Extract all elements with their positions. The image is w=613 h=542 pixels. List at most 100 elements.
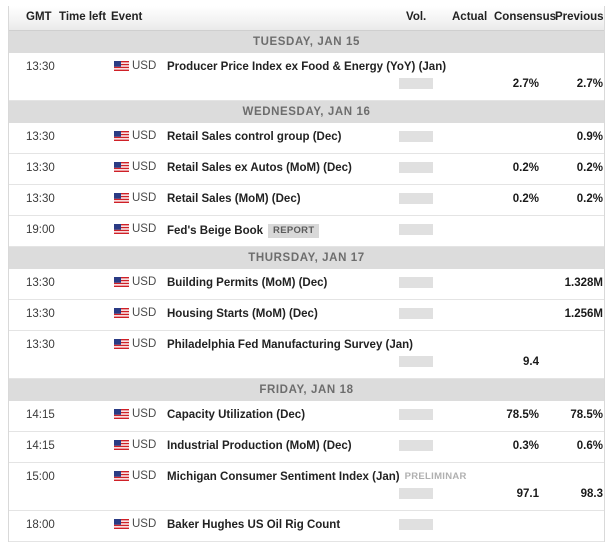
column-header-event[interactable]: Event [111, 11, 142, 23]
event-title-text: Michigan Consumer Sentiment Index (Jan) [167, 471, 400, 483]
currency-cell: USD [114, 408, 156, 420]
volatility-bar [399, 78, 433, 89]
table-row[interactable]: 13:30 USD Housing Starts (MoM) (Dec) 1.256M [9, 300, 604, 331]
table-row[interactable]: 13:30 USD Retail Sales ex Autos (MoM) (Dec… [9, 154, 604, 185]
event-time: 14:15 [26, 440, 55, 452]
table-row[interactable]: 13:30USDProducer Price Index ex Food & E… [9, 53, 604, 101]
table-row[interactable]: 18:00USDBaker Hughes US Oil Rig Count [9, 511, 604, 542]
table-row[interactable]: 13:30USDBuilding Permits (MoM) (Dec)1.32… [9, 269, 604, 300]
previous-value: 2.7% [529, 78, 603, 90]
event-title-text: Building Permits (MoM) (Dec) [167, 277, 327, 289]
day-header: THURSDAY, JAN 17 [9, 247, 604, 269]
us-flag-icon [114, 131, 129, 141]
event-title-text: Retail Sales ex Autos (MoM) (Dec) [167, 162, 352, 174]
column-header-actual[interactable]: Actual [452, 11, 487, 23]
currency-cell: USD [114, 276, 156, 288]
previous-value: 1.328M [529, 277, 603, 289]
table-row[interactable]: 13:30USDRetail Sales control group (Dec)… [9, 123, 604, 154]
event-title[interactable]: Retail Sales ex Autos (MoM) (Dec) [167, 162, 352, 174]
us-flag-icon [114, 440, 129, 450]
event-title[interactable]: Retail Sales control group (Dec) [167, 131, 341, 143]
event-title[interactable]: Capacity Utilization (Dec) [167, 409, 305, 421]
event-title-text: Producer Price Index ex Food & Energy (Y… [167, 61, 446, 73]
event-tag: REPORT [268, 224, 319, 238]
currency-code: USD [132, 408, 156, 420]
event-time: 13:30 [26, 193, 55, 205]
column-header-gmt[interactable]: GMT [26, 11, 52, 23]
day-header: TUESDAY, JAN 15 [9, 31, 604, 53]
event-title[interactable]: Philadelphia Fed Manufacturing Survey (J… [167, 339, 413, 351]
previous-value: 0.9% [529, 131, 603, 143]
day-header: FRIDAY, JAN 18 [9, 379, 604, 401]
currency-cell: USD [114, 130, 156, 142]
us-flag-icon [114, 471, 129, 481]
us-flag-icon [114, 277, 129, 287]
economic-calendar: GMT Time left Event Vol. Actual Consensu… [8, 6, 605, 542]
currency-cell: USD [114, 161, 156, 173]
volatility-bar [399, 519, 433, 530]
column-header-time-left[interactable]: Time left [59, 11, 106, 23]
table-row[interactable]: 14:15USDIndustrial Production (MoM) (Dec… [9, 432, 604, 463]
volatility-bar [399, 224, 433, 235]
event-title-text: Philadelphia Fed Manufacturing Survey (J… [167, 339, 413, 351]
column-header-vol[interactable]: Vol. [406, 11, 426, 23]
currency-code: USD [132, 192, 156, 204]
currency-cell: USD [114, 223, 156, 235]
event-time: 19:00 [26, 224, 55, 236]
currency-code: USD [132, 338, 156, 350]
currency-code: USD [132, 130, 156, 142]
table-row[interactable]: 19:00 USD Fed's Beige BookREPORT [9, 216, 604, 247]
event-title[interactable]: Retail Sales (MoM) (Dec) [167, 193, 301, 205]
currency-code: USD [132, 223, 156, 235]
table-row[interactable]: 13:30USDRetail Sales (MoM) (Dec)0.2%0.2% [9, 185, 604, 216]
volatility-bar [399, 308, 433, 319]
event-title[interactable]: Industrial Production (MoM) (Dec) [167, 440, 352, 452]
event-title[interactable]: Fed's Beige BookREPORT [167, 224, 319, 238]
currency-cell: USD [114, 338, 156, 350]
us-flag-icon [114, 519, 129, 529]
currency-code: USD [132, 518, 156, 530]
us-flag-icon [114, 224, 129, 234]
us-flag-icon [114, 308, 129, 318]
previous-value: 98.3 [529, 488, 603, 500]
table-row[interactable]: 13:30USDPhiladelphia Fed Manufacturing S… [9, 331, 604, 379]
us-flag-icon [114, 162, 129, 172]
currency-code: USD [132, 470, 156, 482]
us-flag-icon [114, 409, 129, 419]
event-title[interactable]: Housing Starts (MoM) (Dec) [167, 308, 318, 320]
table-header: GMT Time left Event Vol. Actual Consensu… [9, 6, 604, 31]
event-time: 13:30 [26, 308, 55, 320]
event-title[interactable]: Baker Hughes US Oil Rig Count [167, 519, 340, 531]
event-title[interactable]: Producer Price Index ex Food & Energy (Y… [167, 61, 446, 73]
currency-code: USD [132, 307, 156, 319]
table-row[interactable]: 15:00 USD Michigan Consumer Sentiment Inde… [9, 463, 604, 511]
previous-value: 0.2% [529, 162, 603, 174]
table-row[interactable]: 14:15USDCapacity Utilization (Dec)78.5%7… [9, 401, 604, 432]
event-title-text: Housing Starts (MoM) (Dec) [167, 308, 318, 320]
currency-cell: USD [114, 518, 156, 530]
day-header: WEDNESDAY, JAN 16 [9, 101, 604, 123]
event-time: 15:00 [26, 471, 55, 483]
event-time: 14:15 [26, 409, 55, 421]
event-title[interactable]: Michigan Consumer Sentiment Index (Jan) P… [167, 471, 467, 483]
volatility-bar [399, 440, 433, 451]
column-header-previous[interactable]: Previous [555, 11, 604, 23]
event-time: 13:30 [26, 162, 55, 174]
event-tag: PRELIMINAR [405, 471, 467, 482]
event-title-text: Retail Sales control group (Dec) [167, 131, 341, 143]
consensus-value: 9.4 [469, 356, 539, 368]
volatility-bar [399, 131, 433, 142]
currency-cell: USD [114, 470, 156, 482]
us-flag-icon [114, 61, 129, 71]
volatility-bar [399, 193, 433, 204]
currency-cell: USD [114, 60, 156, 72]
previous-value: 1.256M [529, 308, 603, 320]
us-flag-icon [114, 339, 129, 349]
event-title[interactable]: Building Permits (MoM) (Dec) [167, 277, 327, 289]
volatility-bar [399, 162, 433, 173]
column-header-consensus[interactable]: Consensus [494, 11, 556, 23]
currency-cell: USD [114, 307, 156, 319]
previous-value: 0.2% [529, 193, 603, 205]
currency-code: USD [132, 60, 156, 72]
volatility-bar [399, 356, 433, 367]
